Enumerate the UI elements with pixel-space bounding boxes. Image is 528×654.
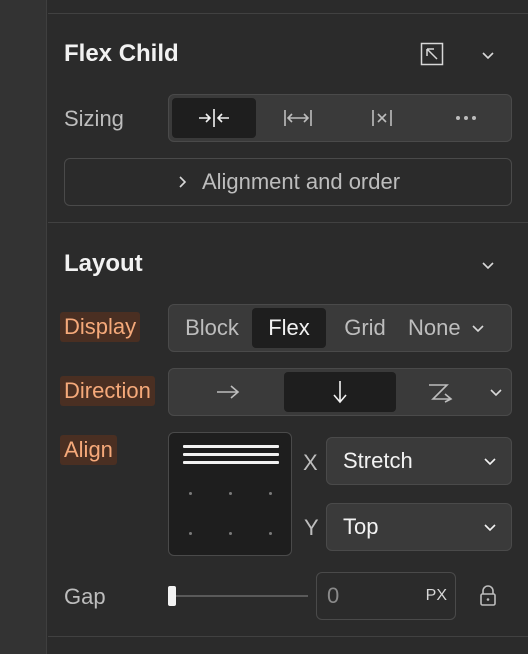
sizing-segmented-control [168,94,512,142]
align-y-select[interactable]: Top [326,503,512,551]
stretch-line [183,453,279,456]
direction-column-button[interactable] [284,372,396,412]
expand-arrow-icon[interactable] [420,42,444,66]
gap-unit[interactable]: PX [426,587,447,605]
left-gutter [0,0,47,654]
divider [48,636,528,637]
grid-dot[interactable] [189,492,192,495]
stretch-line [183,461,279,464]
more-icon [454,115,478,121]
grow-icon [283,106,313,130]
stretch-line [183,445,279,448]
lock-icon[interactable] [478,584,498,608]
display-block-button[interactable]: Block [172,308,252,348]
direction-segmented-control [168,368,512,416]
direction-wrap-button[interactable] [396,372,484,412]
arrow-right-icon [215,384,241,400]
sizing-shrink-button[interactable] [172,98,256,138]
align-y-value: Top [343,514,379,539]
x-axis-label: X [303,450,318,475]
direction-dropdown[interactable] [484,372,508,412]
chevron-down-icon [489,385,503,399]
chevron-down-icon [483,448,497,474]
layout-title: Layout [64,250,143,277]
display-label: Display [60,312,141,342]
chevron-down-icon [471,321,485,335]
grid-dot[interactable] [269,492,272,495]
display-flex-button[interactable]: Flex [252,308,326,348]
alignment-and-order-label: Alignment and order [201,169,401,194]
alignment-and-order-button[interactable]: Alignment and order [64,158,512,206]
chevron-down-icon[interactable] [481,258,495,272]
display-grid-button[interactable]: Grid [326,308,404,348]
wrap-icon [427,381,453,403]
grid-dot[interactable] [269,532,272,535]
arrow-down-icon [332,379,348,405]
gap-value: 0 [327,583,340,608]
display-none-label: None [408,315,461,340]
display-segmented-control: Block Flex Grid None [168,304,512,352]
gap-slider-track[interactable] [172,595,308,597]
grid-dot[interactable] [229,532,232,535]
align-label: Align [60,435,117,465]
align-x-value: Stretch [343,448,413,473]
sizing-none-button[interactable] [340,98,424,138]
shrink-icon [197,106,231,130]
sizing-grow-button[interactable] [256,98,340,138]
gap-label: Gap [64,584,106,609]
chevron-down-icon[interactable] [481,48,495,62]
none-icon [370,106,394,130]
gap-slider-thumb[interactable] [168,586,176,606]
gap-input[interactable]: 0 PX [316,572,456,620]
flex-child-title: Flex Child [64,40,179,67]
grid-dot[interactable] [189,532,192,535]
chevron-down-icon [483,514,497,540]
sizing-more-button[interactable] [424,98,508,138]
alignment-grid[interactable] [168,432,292,556]
divider [48,13,528,14]
direction-row-button[interactable] [172,372,284,412]
y-axis-label: Y [304,515,319,540]
display-none-dropdown[interactable]: None [404,308,508,348]
sizing-label: Sizing [64,106,124,131]
grid-dot[interactable] [229,492,232,495]
align-x-select[interactable]: Stretch [326,437,512,485]
direction-label: Direction [60,376,155,406]
divider [48,222,528,223]
chevron-right-icon [176,169,188,195]
